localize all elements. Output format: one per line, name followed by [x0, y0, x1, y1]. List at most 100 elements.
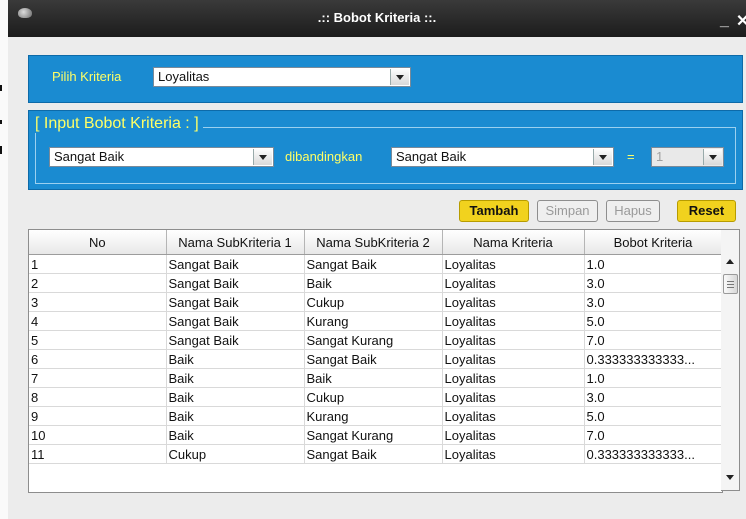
- table-row[interactable]: 9 Baik Kurang Loyalitas 5.0: [29, 406, 722, 426]
- cell-bobot: 5.0: [584, 311, 722, 331]
- cell-bobot: 3.0: [584, 292, 722, 312]
- column-header-kriteria[interactable]: Nama Kriteria: [442, 230, 585, 255]
- cell-kriteria: Loyalitas: [442, 368, 585, 388]
- cell-kriteria: Loyalitas: [442, 387, 585, 407]
- cell-bobot: 3.0: [584, 387, 722, 407]
- title-bar[interactable]: .:: Bobot Kriteria ::. _ ✕: [8, 0, 746, 37]
- cell-kriteria: Loyalitas: [442, 349, 585, 369]
- chevron-down-icon[interactable]: [593, 149, 612, 165]
- nilai-bobot-select[interactable]: 1: [651, 147, 724, 167]
- scroll-up-icon[interactable]: [723, 254, 737, 268]
- cell-kriteria: Loyalitas: [442, 330, 585, 350]
- edge-mark: [0, 85, 2, 91]
- column-header-bobot[interactable]: Bobot Kriteria: [584, 230, 722, 255]
- cell-subkriteria-1: Baik: [166, 349, 305, 369]
- tambah-button[interactable]: Tambah: [459, 200, 529, 222]
- table-row[interactable]: 11 Cukup Sangat Baik Loyalitas 0.3333333…: [29, 444, 722, 464]
- input-bobot-panel: [ Input Bobot Kriteria : ] Sangat Baik d…: [28, 110, 743, 190]
- kriteria-panel: Pilih Kriteria Loyalitas: [28, 55, 743, 103]
- subkriteria-1-value: Sangat Baik: [54, 149, 125, 164]
- table-row[interactable]: 4 Sangat Baik Kurang Loyalitas 5.0: [29, 311, 722, 331]
- table-row[interactable]: 1 Sangat Baik Sangat Baik Loyalitas 1.0: [29, 254, 722, 274]
- cell-subkriteria-2: Kurang: [304, 311, 443, 331]
- edge-mark: [0, 146, 2, 154]
- simpan-button[interactable]: Simpan: [537, 200, 598, 222]
- cell-subkriteria-2: Baik: [304, 368, 443, 388]
- cell-kriteria: Loyalitas: [442, 406, 585, 426]
- cell-no: 1: [29, 254, 167, 274]
- cell-bobot: 5.0: [584, 406, 722, 426]
- nilai-bobot-value: 1: [656, 149, 664, 164]
- cell-subkriteria-2: Sangat Kurang: [304, 330, 443, 350]
- minimize-icon[interactable]: _: [720, 12, 734, 30]
- cell-no: 3: [29, 292, 167, 312]
- kriteria-select[interactable]: Loyalitas: [153, 67, 411, 87]
- chevron-down-icon[interactable]: [703, 149, 722, 165]
- table-scrollbar[interactable]: [721, 229, 740, 491]
- cell-subkriteria-2: Cukup: [304, 387, 443, 407]
- cell-kriteria: Loyalitas: [442, 254, 585, 274]
- cell-subkriteria-2: Sangat Baik: [304, 444, 443, 464]
- kriteria-select-value: Loyalitas: [158, 69, 210, 84]
- column-header-subkriteria-1[interactable]: Nama SubKriteria 1: [166, 230, 305, 255]
- hapus-button[interactable]: Hapus: [606, 200, 660, 222]
- table-row[interactable]: 5 Sangat Baik Sangat Kurang Loyalitas 7.…: [29, 330, 722, 350]
- cell-subkriteria-2: Cukup: [304, 292, 443, 312]
- chevron-down-icon[interactable]: [253, 149, 272, 165]
- cell-no: 2: [29, 273, 167, 293]
- reset-button[interactable]: Reset: [677, 200, 736, 222]
- cell-no: 8: [29, 387, 167, 407]
- cell-subkriteria-2: Sangat Kurang: [304, 425, 443, 445]
- cell-bobot: 1.0: [584, 254, 722, 274]
- cell-bobot: 1.0: [584, 368, 722, 388]
- table-row[interactable]: 8 Baik Cukup Loyalitas 3.0: [29, 387, 722, 407]
- cell-bobot: 0.333333333333...: [584, 349, 722, 369]
- table-row[interactable]: 3 Sangat Baik Cukup Loyalitas 3.0: [29, 292, 722, 312]
- cell-no: 7: [29, 368, 167, 388]
- cell-subkriteria-1: Baik: [166, 387, 305, 407]
- edge-mark: [0, 120, 2, 124]
- bobot-table: No Nama SubKriteria 1 Nama SubKriteria 2…: [28, 229, 723, 493]
- scroll-down-icon[interactable]: [723, 470, 737, 484]
- subkriteria-2-value: Sangat Baik: [396, 149, 467, 164]
- equals-label: =: [627, 149, 635, 164]
- cell-subkriteria-1: Cukup: [166, 444, 305, 464]
- cell-bobot: 0.333333333333...: [584, 444, 722, 464]
- table-row[interactable]: 6 Baik Sangat Baik Loyalitas 0.333333333…: [29, 349, 722, 369]
- background-edge: [0, 0, 8, 519]
- table-row[interactable]: 7 Baik Baik Loyalitas 1.0: [29, 368, 722, 388]
- cell-kriteria: Loyalitas: [442, 311, 585, 331]
- bobot-kriteria-window: .:: Bobot Kriteria ::. _ ✕ Pilih Kriteri…: [8, 0, 746, 519]
- cell-subkriteria-1: Baik: [166, 406, 305, 426]
- table-row[interactable]: 10 Baik Sangat Kurang Loyalitas 7.0: [29, 425, 722, 445]
- subkriteria-2-select[interactable]: Sangat Baik: [391, 147, 614, 167]
- subkriteria-1-select[interactable]: Sangat Baik: [49, 147, 274, 167]
- close-icon[interactable]: ✕: [736, 11, 746, 31]
- cell-no: 4: [29, 311, 167, 331]
- table-row[interactable]: 2 Sangat Baik Baik Loyalitas 3.0: [29, 273, 722, 293]
- chevron-down-icon[interactable]: [390, 69, 409, 85]
- cell-no: 10: [29, 425, 167, 445]
- input-bobot-legend: [ Input Bobot Kriteria : ]: [35, 115, 203, 133]
- cell-no: 11: [29, 444, 167, 464]
- cell-subkriteria-1: Sangat Baik: [166, 292, 305, 312]
- cell-subkriteria-2: Baik: [304, 273, 443, 293]
- table-header-row: No Nama SubKriteria 1 Nama SubKriteria 2…: [29, 230, 722, 255]
- pilih-kriteria-label: Pilih Kriteria: [52, 69, 122, 84]
- column-header-no[interactable]: No: [29, 230, 167, 255]
- cell-kriteria: Loyalitas: [442, 444, 585, 464]
- cell-bobot: 7.0: [584, 330, 722, 350]
- cell-kriteria: Loyalitas: [442, 273, 585, 293]
- scroll-thumb[interactable]: [723, 274, 738, 294]
- column-header-subkriteria-2[interactable]: Nama SubKriteria 2: [304, 230, 443, 255]
- cell-subkriteria-1: Sangat Baik: [166, 273, 305, 293]
- cell-subkriteria-1: Sangat Baik: [166, 311, 305, 331]
- cell-bobot: 7.0: [584, 425, 722, 445]
- cell-no: 5: [29, 330, 167, 350]
- cell-kriteria: Loyalitas: [442, 292, 585, 312]
- cell-subkriteria-1: Sangat Baik: [166, 254, 305, 274]
- dibandingkan-label: dibandingkan: [285, 149, 363, 164]
- cell-subkriteria-2: Kurang: [304, 406, 443, 426]
- cell-kriteria: Loyalitas: [442, 425, 585, 445]
- cell-subkriteria-2: Sangat Baik: [304, 254, 443, 274]
